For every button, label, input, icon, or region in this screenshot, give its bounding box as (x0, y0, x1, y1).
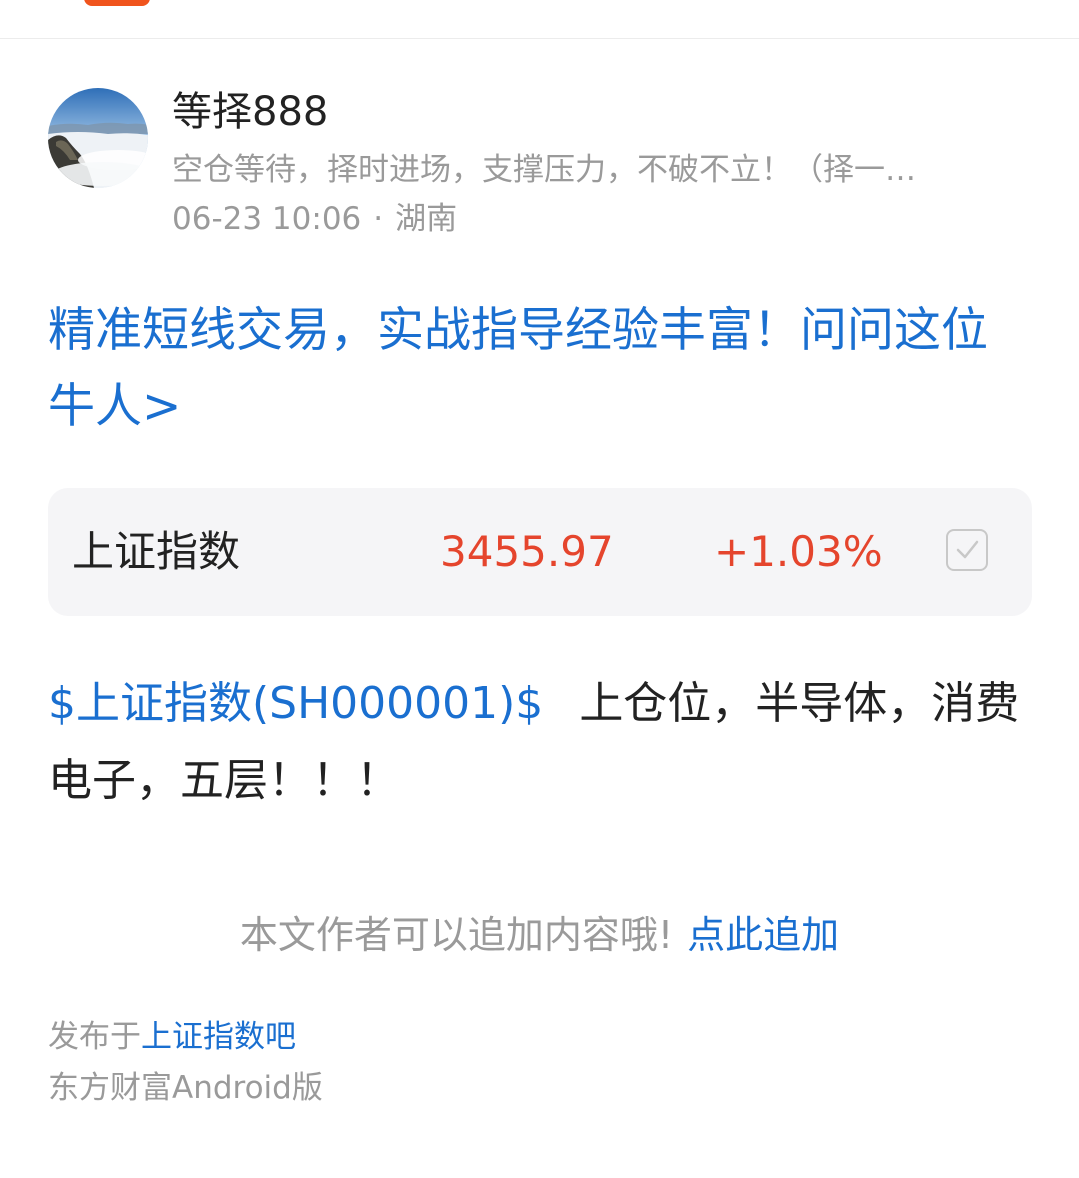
promo-ad-link[interactable]: 精准短线交易，实战指导经验丰富！问问这位牛人> (48, 293, 1028, 445)
post-time: 06-23 10:06 (172, 201, 362, 237)
stock-tag-link[interactable]: $上证指数(SH000001)$ (48, 678, 543, 729)
meta-separator: · (373, 201, 384, 237)
author-name[interactable]: 等择888 (172, 86, 328, 138)
post-detail-page: 等择888 空仓等待，择时进场，支撑压力，不破不立！（择一… 06-23 10:… (0, 0, 1079, 1178)
append-content-prompt: 本文作者可以追加内容哦! 点此追加 (0, 908, 1079, 962)
stock-name: 上证指数 (72, 527, 241, 576)
append-content-link[interactable]: 点此追加 (687, 913, 839, 957)
author-avatar[interactable] (48, 88, 148, 188)
append-hint: 本文作者可以追加内容哦! (239, 913, 674, 957)
client-source: 东方财富Android版 (48, 1070, 323, 1106)
author-bio: 空仓等待，择时进场，支撑压力，不破不立！（择一… (172, 152, 916, 188)
header-divider (0, 38, 1079, 39)
post-content: $上证指数(SH000001)$ 上仓位，半导体，消费电子，五层！！！ (48, 665, 1032, 819)
stock-change-percent: +1.03% (714, 527, 883, 576)
published-in: 发布于上证指数吧 (48, 1015, 296, 1059)
mountain-landscape-image (48, 88, 148, 188)
forum-link[interactable]: 上证指数吧 (141, 1019, 296, 1055)
post-location: 湖南 (395, 201, 458, 237)
stock-price: 3455.97 (440, 527, 614, 576)
stock-quote-card[interactable]: 上证指数 3455.97 +1.03% (48, 488, 1032, 616)
checkmark-icon (956, 540, 979, 559)
top-tab-indicator[interactable] (84, 0, 150, 6)
post-meta: 06-23 10:06 · 湖南 (172, 197, 457, 241)
add-to-watchlist-checkbox[interactable] (946, 529, 988, 571)
published-prefix: 发布于 (48, 1019, 141, 1055)
